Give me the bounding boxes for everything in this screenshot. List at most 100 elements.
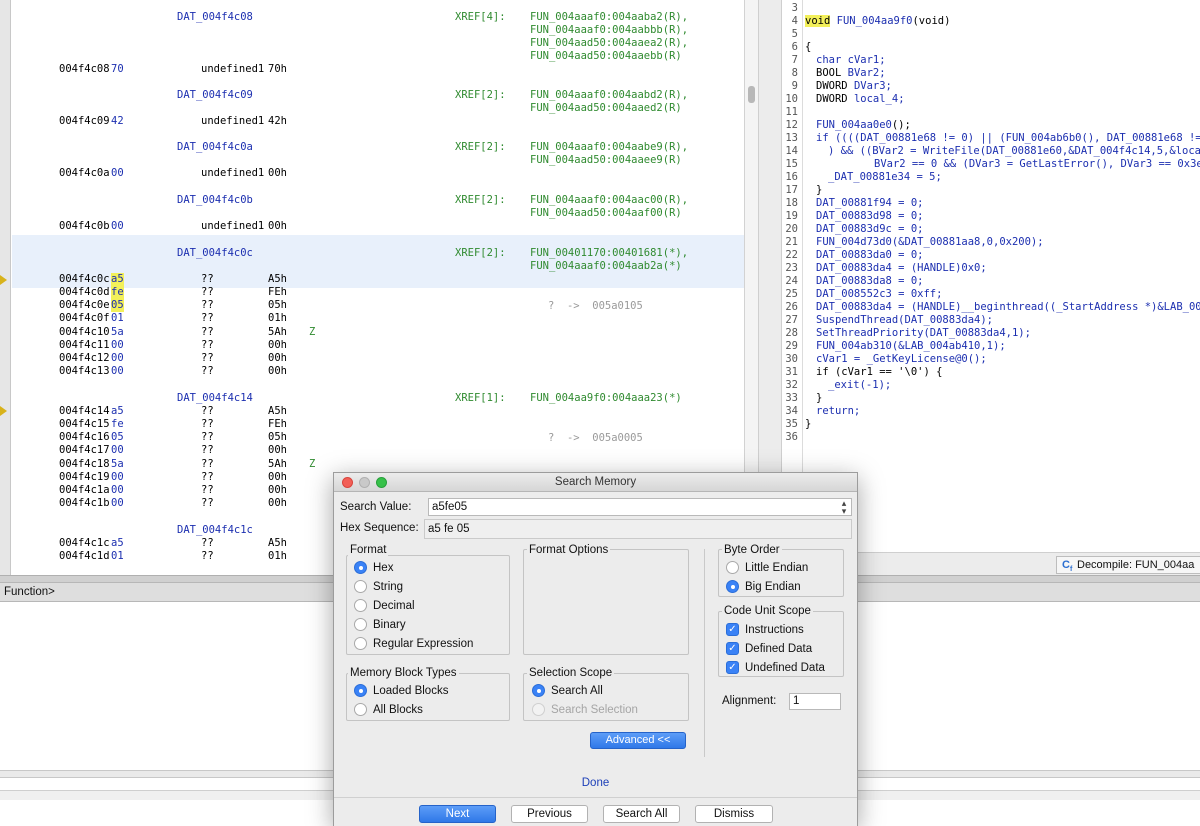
- code-line-18[interactable]: DAT_00881f94 = 0;: [816, 197, 923, 210]
- code-line-27[interactable]: SuspendThread(DAT_00883da4);: [816, 314, 993, 327]
- row-address[interactable]: 004f4c17: [59, 444, 110, 457]
- row-byte[interactable]: 01: [111, 550, 124, 563]
- listing-scrollbar-thumb[interactable]: [748, 86, 755, 103]
- row-address[interactable]: 004f4c0f: [59, 312, 110, 325]
- checkmark-icon[interactable]: ✓: [726, 642, 739, 655]
- variable-name[interactable]: BVar2;: [848, 67, 886, 79]
- row-byte[interactable]: 00: [111, 220, 124, 233]
- xref-link[interactable]: FUN_004aaaf0:004aaba2(R),: [530, 11, 688, 24]
- row-mnemonic[interactable]: ??: [201, 405, 214, 418]
- dialog-title-bar[interactable]: Search Memory: [334, 473, 857, 492]
- row-address[interactable]: 004f4c11: [59, 339, 110, 352]
- checkmark-icon[interactable]: ✓: [726, 623, 739, 636]
- dismiss-button[interactable]: Dismiss: [695, 805, 773, 823]
- row-address[interactable]: 004f4c1b: [59, 497, 110, 510]
- code-line-19[interactable]: DAT_00883d98 = 0;: [816, 210, 923, 223]
- row-address[interactable]: 004f4c0e: [59, 299, 110, 312]
- xref-link[interactable]: FUN_004aaaf0:004aab2a(*): [530, 260, 682, 273]
- row-byte-match[interactable]: a5: [111, 273, 124, 286]
- xref-link[interactable]: FUN_004aad50:004aaed2(R): [530, 102, 682, 115]
- radio-selected-icon[interactable]: [726, 580, 739, 593]
- row-address[interactable]: 004f4c10: [59, 326, 110, 339]
- keyword-void[interactable]: void: [805, 15, 831, 27]
- code-line-32[interactable]: _exit(-1);: [828, 379, 891, 392]
- code-line-17[interactable]: }: [816, 184, 822, 197]
- next-button[interactable]: Next: [419, 805, 496, 823]
- xref-link[interactable]: FUN_004aaaf0:004aabe9(R),: [530, 141, 688, 154]
- row-mnemonic[interactable]: ??: [201, 326, 214, 339]
- radio-icon[interactable]: [354, 703, 367, 716]
- row-byte[interactable]: 05: [111, 431, 124, 444]
- row-byte[interactable]: 5a: [111, 326, 124, 339]
- row-address[interactable]: 004f4c1d: [59, 550, 110, 563]
- code-line-33[interactable]: }: [816, 392, 822, 405]
- row-mnemonic[interactable]: undefined1: [201, 63, 264, 76]
- row-byte[interactable]: 5a: [111, 458, 124, 471]
- data-label[interactable]: DAT_004f4c14: [177, 392, 253, 405]
- row-address[interactable]: 004f4c0b: [59, 220, 110, 233]
- radio-icon[interactable]: [354, 599, 367, 612]
- code-line-24[interactable]: DAT_00883da8 = 0;: [816, 275, 923, 288]
- data-label[interactable]: DAT_004f4c09: [177, 89, 253, 102]
- row-mnemonic[interactable]: ??: [201, 550, 214, 563]
- type-name[interactable]: BOOL: [816, 67, 841, 79]
- data-label[interactable]: DAT_004f4c1c: [177, 524, 253, 537]
- code-line-31[interactable]: if (cVar1 == '\0') {: [816, 366, 942, 379]
- row-byte[interactable]: a5: [111, 405, 124, 418]
- data-label[interactable]: DAT_004f4c0c: [177, 247, 253, 260]
- row-mnemonic[interactable]: ??: [201, 286, 214, 299]
- code-line-22[interactable]: DAT_00883da0 = 0;: [816, 249, 923, 262]
- row-mnemonic[interactable]: ??: [201, 339, 214, 352]
- row-byte[interactable]: 70: [111, 63, 124, 76]
- row-byte[interactable]: 42: [111, 115, 124, 128]
- row-mnemonic[interactable]: ??: [201, 431, 214, 444]
- row-mnemonic[interactable]: ??: [201, 444, 214, 457]
- row-byte[interactable]: 00: [111, 444, 124, 457]
- row-mnemonic[interactable]: ??: [201, 312, 214, 325]
- row-byte[interactable]: a5: [111, 537, 124, 550]
- row-address[interactable]: 004f4c0d: [59, 286, 110, 299]
- code-line-34[interactable]: return;: [816, 405, 860, 418]
- radio-selected-icon[interactable]: [532, 684, 545, 697]
- variable-name[interactable]: DVar3;: [854, 80, 892, 92]
- data-label[interactable]: DAT_004f4c0b: [177, 194, 253, 207]
- decompile-tab[interactable]: Cf Decompile: FUN_004aa: [1056, 556, 1200, 574]
- row-mnemonic[interactable]: undefined1: [201, 220, 264, 233]
- type-name[interactable]: char: [816, 54, 841, 66]
- combo-arrows-icon[interactable]: ▴ ▾: [840, 499, 848, 516]
- xref-link[interactable]: FUN_004aad50:004aaea2(R),: [530, 37, 688, 50]
- xref-link[interactable]: FUN_00401170:00401681(*),: [530, 247, 688, 260]
- code-line-8[interactable]: BOOL BVar2;: [816, 67, 886, 80]
- row-address[interactable]: 004f4c09: [59, 115, 110, 128]
- row-address[interactable]: 004f4c16: [59, 431, 110, 444]
- code-line-12[interactable]: FUN_004aa0e0();: [816, 119, 911, 132]
- xref-link[interactable]: FUN_004aaaf0:004aabd2(R),: [530, 89, 688, 102]
- data-label[interactable]: DAT_004f4c08: [177, 11, 253, 24]
- row-address[interactable]: 004f4c13: [59, 365, 110, 378]
- radio-icon[interactable]: [726, 561, 739, 574]
- code-line-26[interactable]: DAT_00883da4 = (HANDLE)__beginthread((_S…: [816, 301, 1200, 314]
- row-address[interactable]: 004f4c14: [59, 405, 110, 418]
- radio-icon[interactable]: [354, 637, 367, 650]
- row-mnemonic[interactable]: ??: [201, 471, 214, 484]
- code-line-4[interactable]: void FUN_004aa9f0(void): [805, 15, 950, 28]
- search-value-combo[interactable]: a5fe05 ▴ ▾: [428, 498, 852, 516]
- code-line-20[interactable]: DAT_00883d9c = 0;: [816, 223, 923, 236]
- row-mnemonic[interactable]: ??: [201, 484, 214, 497]
- row-mnemonic[interactable]: undefined1: [201, 115, 264, 128]
- code-line-6[interactable]: {: [805, 41, 811, 54]
- row-byte[interactable]: 00: [111, 352, 124, 365]
- xref-link[interactable]: FUN_004aad50:004aaf00(R): [530, 207, 682, 220]
- row-mnemonic[interactable]: ??: [201, 418, 214, 431]
- search-value-text[interactable]: a5fe05: [432, 501, 467, 513]
- search-memory-dialog[interactable]: Search Memory Search Value: a5fe05 ▴ ▾ He…: [333, 472, 858, 826]
- row-address[interactable]: 004f4c12: [59, 352, 110, 365]
- close-window-icon[interactable]: [342, 477, 353, 488]
- row-address[interactable]: 004f4c1a: [59, 484, 110, 497]
- xref-link[interactable]: FUN_004aad50:004aaee9(R): [530, 154, 682, 167]
- xref-link[interactable]: FUN_004aad50:004aaebb(R): [530, 50, 682, 63]
- radio-selected-icon[interactable]: [354, 561, 367, 574]
- xref-link[interactable]: FUN_004aa9f0:004aaa23(*): [530, 392, 682, 405]
- code-line-30[interactable]: cVar1 = _GetKeyLicense@0();: [816, 353, 987, 366]
- decompile-panel[interactable]: 3 4 5 6 7 8 9 10 11 12 13 14 15 16 17 18…: [782, 0, 1200, 552]
